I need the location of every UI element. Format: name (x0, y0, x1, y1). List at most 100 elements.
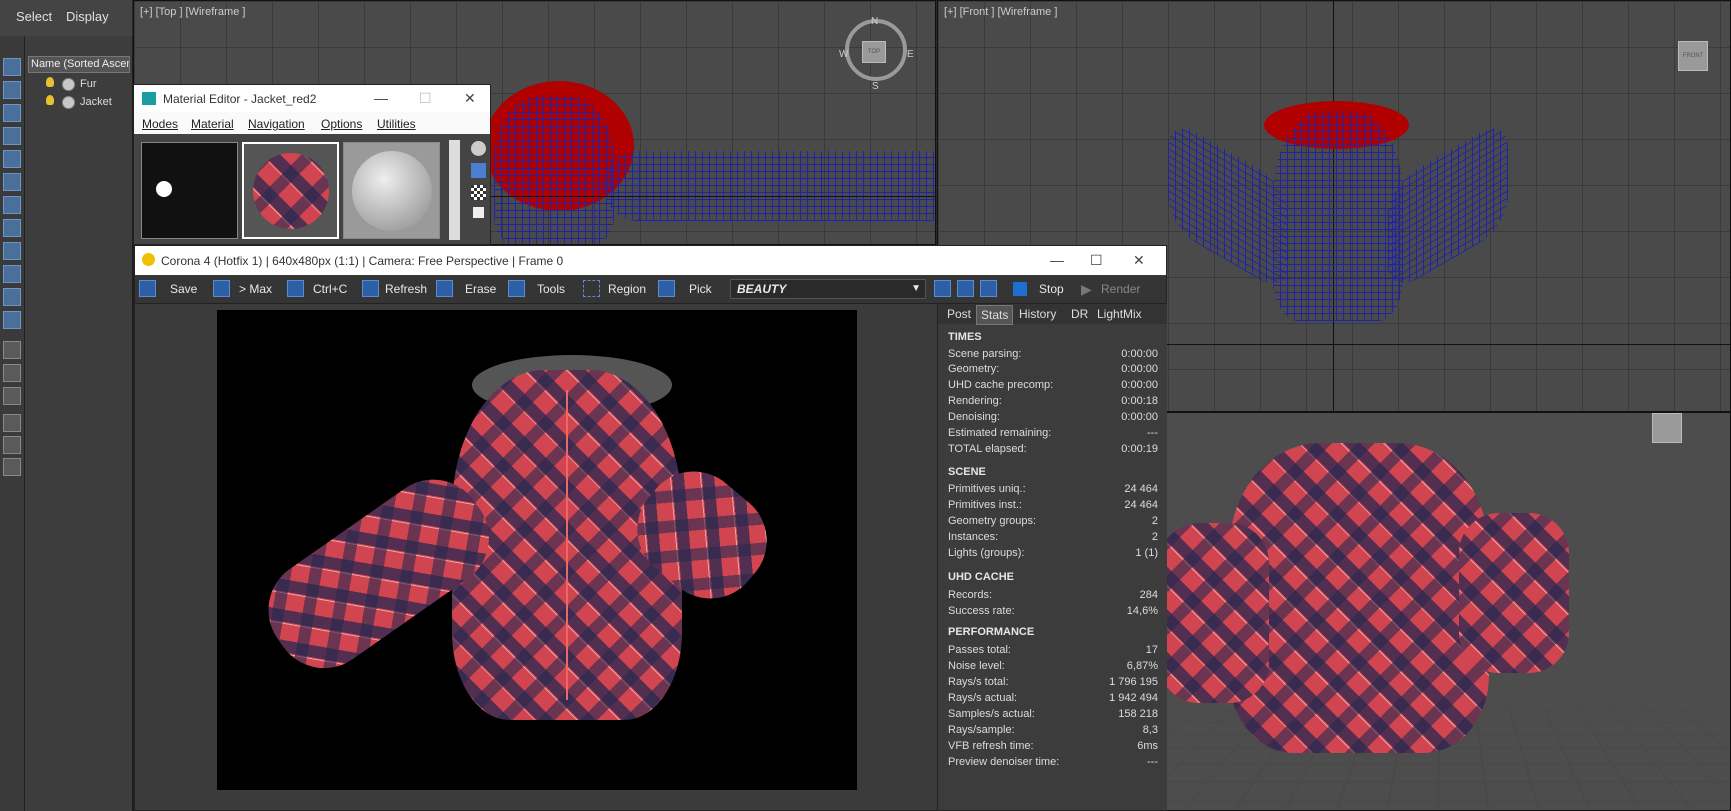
material-slot-2[interactable] (242, 142, 339, 239)
viewcube[interactable] (1652, 413, 1682, 443)
tab-history[interactable]: History (1015, 305, 1060, 323)
stat-label: Passes total: (948, 644, 1011, 656)
tab-stats[interactable]: Stats (976, 305, 1014, 325)
tools-icon[interactable] (508, 280, 525, 297)
filter-icon[interactable] (3, 414, 21, 432)
render-button[interactable]: Render (1101, 279, 1140, 299)
save-icon[interactable] (139, 280, 156, 297)
explorer-item-fur[interactable]: Fur (80, 78, 97, 90)
display-shapes-icon[interactable] (3, 81, 21, 99)
region-icon[interactable] (583, 280, 600, 297)
minimize-icon[interactable]: — (1050, 252, 1064, 268)
viewcube[interactable]: TOP (862, 41, 886, 63)
object-sphere-icon (62, 78, 75, 91)
display-hidden-icon[interactable] (3, 311, 21, 329)
sample-type-icon[interactable] (471, 141, 486, 156)
stop-icon[interactable] (1013, 282, 1027, 296)
render-channel-select[interactable]: BEAUTY ▼ (730, 279, 926, 299)
material-slot-3[interactable] (343, 142, 440, 239)
stat-value: 17 (1145, 644, 1158, 656)
close-icon[interactable]: ✕ (464, 90, 476, 107)
display-geometry-icon[interactable] (3, 58, 21, 76)
stat-value: 6ms (1137, 740, 1158, 752)
material-editor-window[interactable]: Material Editor - Jacket_red2 — ☐ ✕ Mode… (133, 84, 491, 245)
zoom-fit-icon[interactable] (934, 280, 951, 297)
vfb-title: Corona 4 (Hotfix 1) | 640x480px (1:1) | … (161, 254, 564, 268)
minimize-icon[interactable]: — (374, 90, 388, 106)
menu-modes[interactable]: Modes (142, 117, 178, 131)
light-bulb-icon[interactable] (46, 95, 54, 105)
material-editor-titlebar[interactable]: Material Editor - Jacket_red2 — ☐ ✕ (134, 85, 490, 112)
pick-icon[interactable] (658, 280, 675, 297)
display-groups-icon[interactable] (3, 196, 21, 214)
jacket-left-sleeve-wire (1168, 116, 1288, 296)
close-icon[interactable]: ✕ (1133, 252, 1145, 269)
display-cameras-icon[interactable] (3, 127, 21, 145)
tab-dr[interactable]: DR (1067, 305, 1092, 323)
vfb-tabs: Post Stats History DR LightMix (938, 304, 1167, 325)
menu-material[interactable]: Material (191, 117, 234, 131)
menu-display[interactable]: Display (66, 9, 109, 24)
display-xrefs-icon[interactable] (3, 219, 21, 237)
erase-button[interactable]: Erase (465, 279, 496, 299)
zoom-in-icon[interactable] (980, 280, 997, 297)
viewport-perspective[interactable] (1158, 412, 1731, 811)
display-none-icon[interactable] (3, 364, 21, 382)
explorer-item-jacket[interactable]: Jacket (80, 96, 112, 108)
menu-options[interactable]: Options (321, 117, 362, 131)
stat-label: Noise level: (948, 660, 1005, 672)
stat-label: Denoising: (948, 411, 1000, 423)
render-canvas[interactable] (135, 304, 937, 810)
display-lights-icon[interactable] (3, 104, 21, 122)
to-max-button[interactable]: > Max (239, 279, 272, 299)
render-image[interactable] (217, 310, 857, 790)
menu-navigation[interactable]: Navigation (248, 117, 305, 131)
menu-select[interactable]: Select (16, 9, 52, 24)
render-play-icon[interactable]: ▶ (1081, 281, 1092, 298)
tools-button[interactable]: Tools (537, 279, 565, 299)
backlight-icon[interactable] (471, 163, 486, 178)
stat-value: 0:00:19 (1121, 443, 1158, 455)
jacket-sleeve-wire (604, 151, 935, 221)
filter-options-icon[interactable] (3, 436, 21, 454)
display-invert-icon[interactable] (3, 387, 21, 405)
stat-row: Lights (groups): 1 (1) (948, 547, 1158, 559)
menu-utilities[interactable]: Utilities (377, 117, 416, 131)
display-frozen-icon[interactable] (3, 288, 21, 306)
layer-icon[interactable] (3, 458, 21, 476)
erase-icon[interactable] (436, 280, 453, 297)
viewport-label[interactable]: [+] [Top ] [Wireframe ] (140, 6, 245, 18)
stat-value: 1 796 195 (1109, 676, 1158, 688)
maximize-icon[interactable]: ☐ (1090, 252, 1103, 269)
save-button[interactable]: Save (170, 279, 197, 299)
zoom-out-icon[interactable] (957, 280, 974, 297)
refresh-icon[interactable] (362, 280, 379, 297)
stat-value: 2 (1151, 531, 1158, 543)
refresh-button[interactable]: Refresh (385, 279, 427, 299)
region-button[interactable]: Region (608, 279, 646, 299)
maximize-icon[interactable]: ☐ (419, 90, 432, 107)
display-bones-icon[interactable] (3, 242, 21, 260)
background-icon[interactable] (471, 185, 486, 200)
to-max-icon[interactable] (213, 280, 230, 297)
jacket-zipper (566, 390, 568, 700)
light-bulb-icon[interactable] (46, 77, 54, 87)
corona-vfb-window[interactable]: Corona 4 (Hotfix 1) | 640x480px (1:1) | … (134, 245, 1167, 811)
display-all-icon[interactable] (3, 341, 21, 359)
copy-icon[interactable] (287, 280, 304, 297)
slots-scrollbar[interactable] (449, 140, 460, 240)
stop-button[interactable]: Stop (1039, 279, 1064, 299)
material-slot-1[interactable] (141, 142, 238, 239)
copy-button[interactable]: Ctrl+C (313, 279, 347, 299)
display-spacewarps-icon[interactable] (3, 173, 21, 191)
sample-uv-icon[interactable] (473, 207, 484, 218)
vfb-titlebar[interactable]: Corona 4 (Hotfix 1) | 640x480px (1:1) | … (135, 246, 1166, 275)
tab-lightmix[interactable]: LightMix (1093, 305, 1146, 323)
viewport-label[interactable]: [+] [Front ] [Wireframe ] (944, 6, 1057, 18)
tab-post[interactable]: Post (943, 305, 975, 323)
name-column-header[interactable]: Name (Sorted Ascen (28, 56, 130, 73)
viewcube[interactable]: FRONT (1678, 41, 1708, 71)
pick-button[interactable]: Pick (689, 279, 712, 299)
display-containers-icon[interactable] (3, 265, 21, 283)
display-helpers-icon[interactable] (3, 150, 21, 168)
